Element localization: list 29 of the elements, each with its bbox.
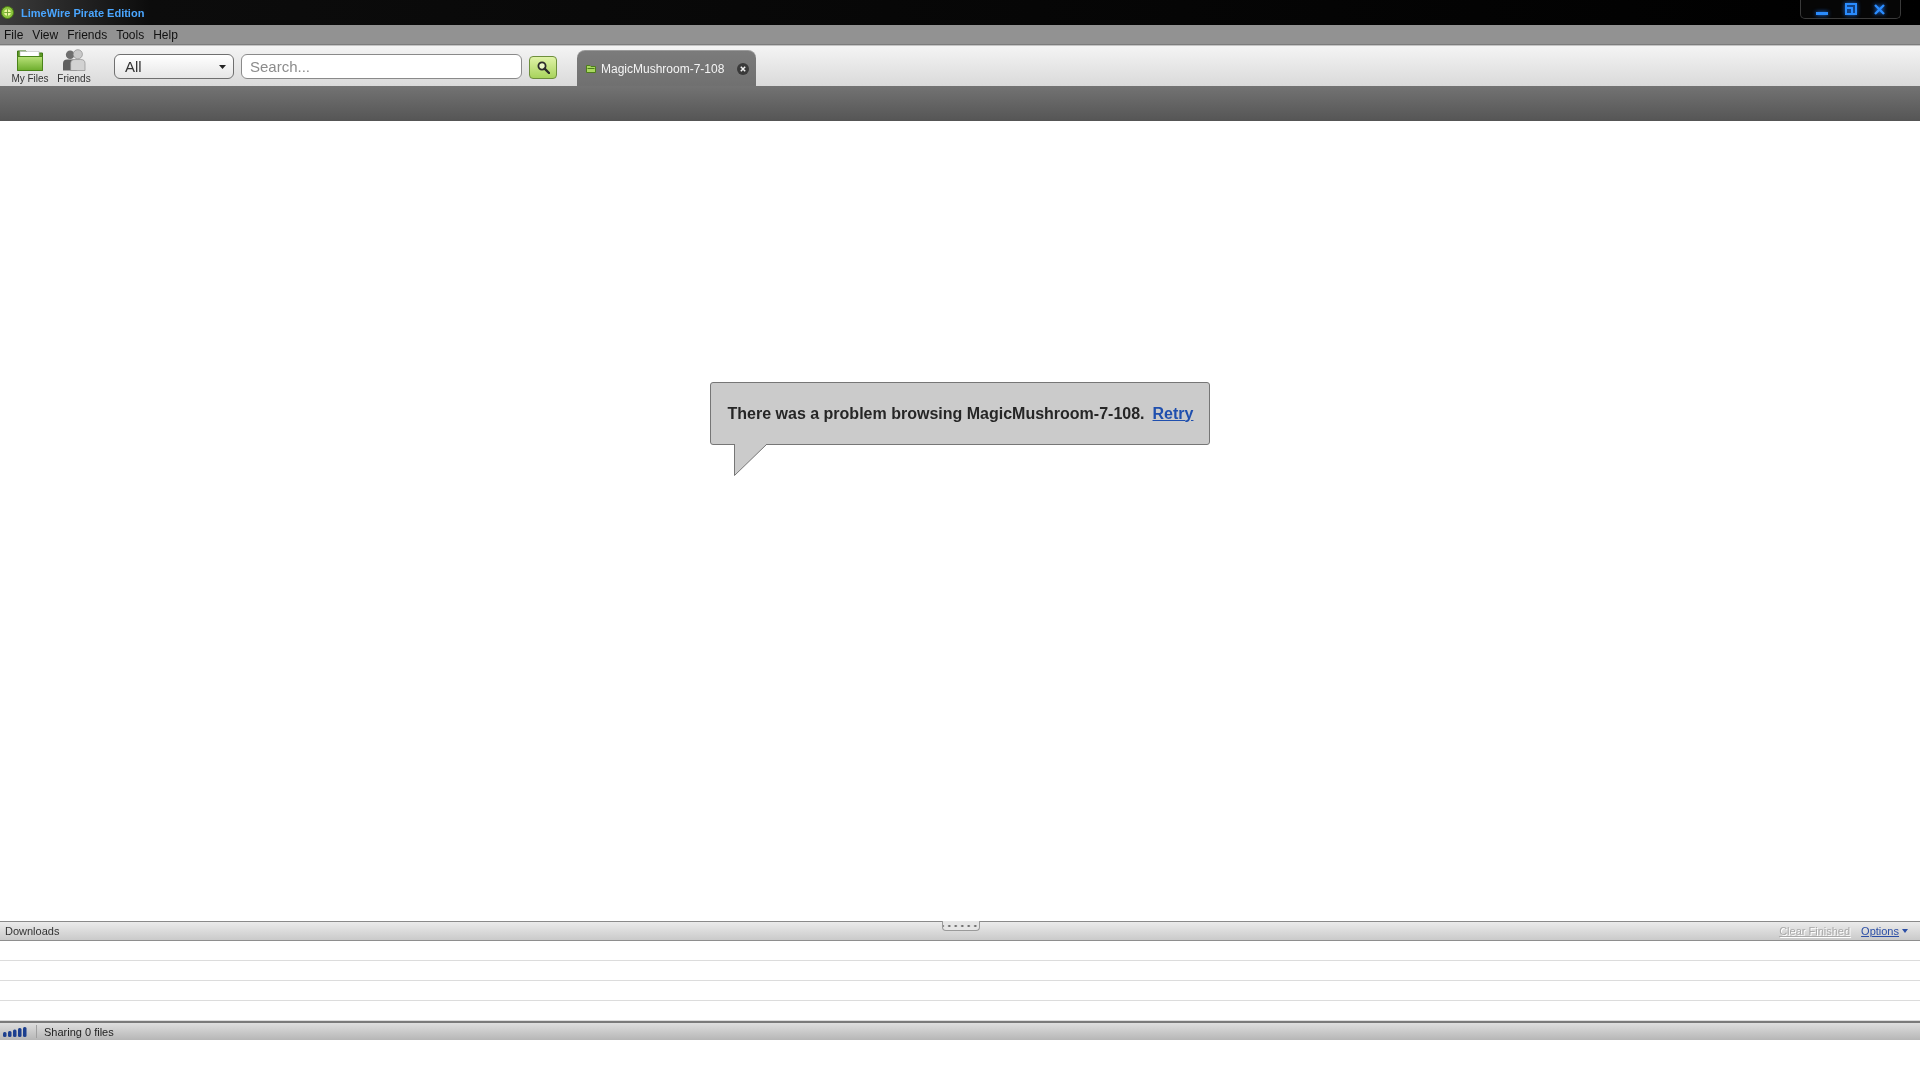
caret-icon xyxy=(219,64,226,69)
signal-bars-icon xyxy=(3,1026,27,1037)
menu-item[interactable]: View xyxy=(32,27,59,42)
menu-item[interactable]: File xyxy=(4,27,24,42)
sharing-status: Sharing 0 files xyxy=(44,1025,114,1038)
people-icon xyxy=(62,49,86,71)
category-dropdown[interactable]: All xyxy=(114,54,234,79)
close-icon[interactable] xyxy=(1874,3,1886,15)
downloads-title: Downloads xyxy=(5,925,60,937)
menu-item[interactable]: Friends xyxy=(67,27,108,42)
menu-item[interactable]: Tools xyxy=(116,27,145,42)
search-button[interactable] xyxy=(529,56,557,79)
toolbar-button[interactable]: My Files xyxy=(8,49,52,84)
window-title: LimeWire Pirate Edition xyxy=(21,6,145,19)
retry-link[interactable]: Retry xyxy=(1152,404,1194,423)
search-field[interactable]: Search... xyxy=(241,54,522,79)
folder-icon xyxy=(17,49,43,71)
search-icon xyxy=(536,61,550,74)
close-icon[interactable] xyxy=(737,62,750,75)
app-icon xyxy=(1,6,14,19)
error-message: There was a problem browsing MagicMushroom-7-108. xyxy=(727,404,1145,423)
toolbar-button[interactable]: Friends xyxy=(52,49,96,84)
menu-item[interactable]: Help xyxy=(153,27,178,42)
folder-icon xyxy=(586,64,596,73)
downloads-action-link[interactable]: Options xyxy=(1861,925,1908,937)
resize-handle[interactable] xyxy=(942,921,980,931)
restore-icon[interactable] xyxy=(1845,3,1857,15)
caret-icon xyxy=(1902,929,1908,933)
browse-tab[interactable]: MagicMushroom-7-108 xyxy=(577,50,757,86)
